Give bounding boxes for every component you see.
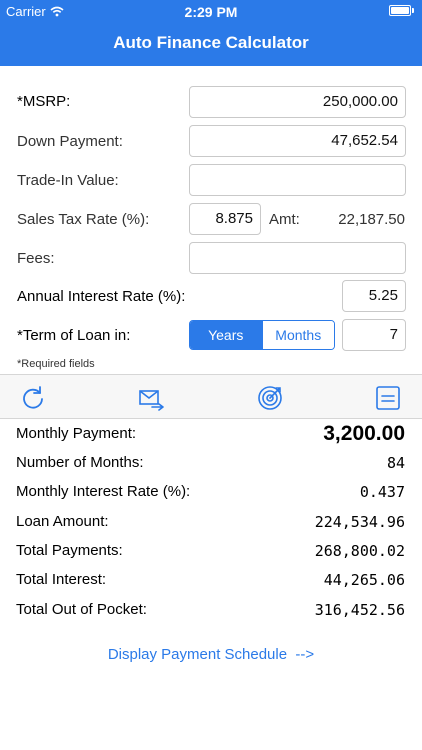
monthly-interest-rate-value: 0.437 <box>359 483 405 501</box>
total-out-of-pocket-value: 316,452.56 <box>314 601 405 619</box>
loan-term-label: *Term of Loan in: <box>17 327 131 344</box>
msrp-label: *MSRP: <box>17 93 71 110</box>
fees-label: Fees: <box>17 250 55 267</box>
display-payment-schedule-link[interactable]: Display Payment Schedule --> <box>0 646 422 663</box>
loan-amount-value: 224,534.96 <box>314 513 405 531</box>
status-bar: Carrier 2:29 PM <box>0 0 422 22</box>
sales-tax-label: Sales Tax Rate (%): <box>17 211 150 228</box>
refresh-icon[interactable] <box>20 385 46 411</box>
total-payments-label: Total Payments: <box>16 542 123 559</box>
interest-rate-input[interactable]: 5.25 <box>342 280 406 312</box>
monthly-payment-value: 3,200.00 <box>323 422 405 445</box>
total-out-of-pocket-label: Total Out of Pocket: <box>16 601 147 618</box>
trade-in-input[interactable] <box>189 164 406 196</box>
term-length-input[interactable]: 7 <box>342 319 406 351</box>
term-months-option[interactable]: Months <box>261 321 334 349</box>
number-of-months-label: Number of Months: <box>16 454 144 471</box>
page-title: Auto Finance Calculator <box>113 33 309 52</box>
interest-rate-label: Annual Interest Rate (%): <box>17 288 186 305</box>
down-payment-label: Down Payment: <box>17 133 123 150</box>
sales-tax-input[interactable]: 8.875 <box>189 203 261 235</box>
trade-in-label: Trade-In Value: <box>17 172 119 189</box>
term-years-option[interactable]: Years <box>190 321 262 349</box>
tax-amount-value: 22,187.50 <box>338 211 405 228</box>
total-interest-label: Total Interest: <box>16 571 107 588</box>
battery-icon <box>389 5 414 16</box>
tax-amount-label: Amt: <box>269 211 300 228</box>
monthly-interest-rate-label: Monthly Interest Rate (%): <box>16 483 191 500</box>
status-time: 2:29 PM <box>184 4 238 20</box>
total-interest-value: 44,265.06 <box>323 571 405 589</box>
required-fields-note: *Required fields <box>17 358 95 370</box>
monthly-payment-label: Monthly Payment: <box>16 425 137 442</box>
loan-amount-label: Loan Amount: <box>16 513 109 530</box>
down-payment-input[interactable]: 47,652.54 <box>189 125 406 157</box>
list-icon[interactable] <box>375 385 401 411</box>
email-icon[interactable] <box>138 385 164 411</box>
number-of-months-value: 84 <box>386 454 405 472</box>
action-toolbar <box>0 374 422 419</box>
total-payments-value: 268,800.02 <box>314 542 405 560</box>
msrp-input[interactable]: 250,000.00 <box>189 86 406 118</box>
fees-input[interactable] <box>189 242 406 274</box>
navigation-header: Carrier 2:29 PM Auto Finance Calculator <box>0 0 422 66</box>
target-icon[interactable] <box>257 385 283 411</box>
term-unit-segmented-control: Years Months <box>189 320 335 350</box>
